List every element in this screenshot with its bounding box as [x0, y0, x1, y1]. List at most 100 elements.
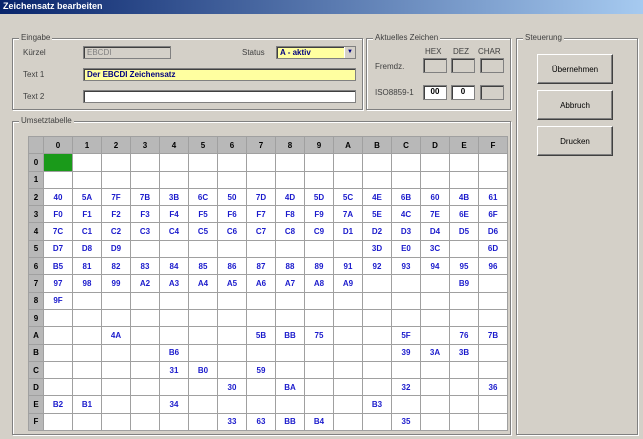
table-cell[interactable] [217, 308, 247, 328]
table-cell[interactable] [333, 378, 363, 397]
table-cell[interactable] [275, 239, 305, 259]
table-cell[interactable] [217, 239, 247, 259]
table-cell[interactable]: 7E [420, 205, 450, 224]
table-cell[interactable] [391, 291, 421, 310]
table-cell[interactable] [275, 291, 305, 310]
table-cell[interactable] [43, 360, 73, 380]
table-cell[interactable] [478, 308, 508, 328]
table-cell[interactable] [72, 326, 102, 345]
table-cell[interactable]: D2 [362, 222, 392, 241]
table-cell[interactable]: 87 [246, 257, 276, 276]
chevron-down-icon[interactable]: ▼ [344, 47, 355, 58]
table-cell[interactable] [130, 412, 160, 432]
table-cell[interactable] [478, 274, 508, 293]
table-cell[interactable]: 36 [478, 378, 508, 397]
table-cell[interactable]: 35 [391, 412, 421, 432]
table-cell[interactable]: B5 [43, 257, 73, 276]
table-cell[interactable]: 4B [449, 187, 479, 207]
table-cell[interactable] [449, 360, 479, 380]
table-cell[interactable] [449, 378, 479, 397]
table-cell[interactable]: C6 [217, 222, 247, 241]
table-cell[interactable]: 4C [391, 205, 421, 224]
table-cell[interactable]: A6 [246, 274, 276, 293]
table-cell[interactable]: 32 [391, 378, 421, 397]
table-cell[interactable]: 4D [275, 187, 305, 207]
table-cell[interactable] [362, 308, 392, 328]
table-cell[interactable] [72, 378, 102, 397]
table-cell[interactable]: D7 [43, 239, 73, 259]
table-cell[interactable]: A2 [130, 274, 160, 293]
table-cell[interactable]: 83 [130, 257, 160, 276]
table-cell[interactable] [130, 239, 160, 259]
table-cell[interactable]: F1 [72, 205, 102, 224]
table-cell[interactable] [420, 153, 450, 172]
table-cell[interactable] [333, 343, 363, 362]
table-cell[interactable] [362, 291, 392, 310]
table-cell[interactable]: 6C [188, 187, 218, 207]
table-cell[interactable]: D5 [449, 222, 479, 241]
table-cell[interactable]: 86 [217, 257, 247, 276]
table-cell[interactable] [449, 291, 479, 310]
table-cell[interactable]: 6D [478, 239, 508, 259]
table-cell[interactable] [188, 239, 218, 259]
table-cell[interactable] [333, 395, 363, 414]
table-cell[interactable] [246, 378, 276, 397]
text2-field[interactable] [83, 90, 356, 103]
table-cell[interactable] [362, 153, 392, 172]
table-cell[interactable]: 75 [304, 326, 334, 345]
table-cell[interactable]: F3 [130, 205, 160, 224]
table-cell[interactable] [130, 360, 160, 380]
table-cell[interactable] [101, 412, 131, 432]
table-cell[interactable]: C7 [246, 222, 276, 241]
table-cell[interactable]: A4 [188, 274, 218, 293]
table-cell[interactable]: A5 [217, 274, 247, 293]
table-cell[interactable] [333, 326, 363, 345]
table-cell[interactable] [159, 412, 189, 432]
table-cell[interactable]: 3A [420, 343, 450, 362]
table-cell[interactable] [130, 308, 160, 328]
table-cell[interactable]: A7 [275, 274, 305, 293]
table-cell[interactable] [420, 326, 450, 345]
table-cell[interactable]: D9 [101, 239, 131, 259]
table-cell[interactable] [188, 343, 218, 362]
table-cell[interactable]: 40 [43, 187, 73, 207]
table-cell[interactable] [43, 153, 73, 172]
table-cell[interactable] [159, 308, 189, 328]
table-cell[interactable] [304, 395, 334, 414]
table-cell[interactable] [304, 170, 334, 189]
table-cell[interactable] [188, 412, 218, 432]
table-cell[interactable]: 5B [246, 326, 276, 345]
table-cell[interactable] [188, 326, 218, 345]
table-cell[interactable] [333, 153, 363, 172]
table-cell[interactable]: A3 [159, 274, 189, 293]
table-cell[interactable]: 6B [391, 187, 421, 207]
table-cell[interactable] [217, 170, 247, 189]
table-cell[interactable]: B3 [362, 395, 392, 414]
table-cell[interactable] [130, 395, 160, 414]
table-cell[interactable]: D3 [391, 222, 421, 241]
table-cell[interactable] [304, 291, 334, 310]
table-cell[interactable]: C5 [188, 222, 218, 241]
table-cell[interactable]: BB [275, 412, 305, 432]
table-cell[interactable] [275, 395, 305, 414]
table-cell[interactable]: 6E [449, 205, 479, 224]
table-cell[interactable]: B0 [188, 360, 218, 380]
table-cell[interactable] [217, 343, 247, 362]
table-cell[interactable]: F4 [159, 205, 189, 224]
table-cell[interactable] [362, 360, 392, 380]
table-cell[interactable] [304, 239, 334, 259]
table-cell[interactable] [43, 412, 73, 432]
table-cell[interactable]: C8 [275, 222, 305, 241]
table-cell[interactable] [275, 360, 305, 380]
table-cell[interactable] [43, 308, 73, 328]
table-cell[interactable]: B1 [72, 395, 102, 414]
table-cell[interactable] [159, 326, 189, 345]
table-cell[interactable]: 7A [333, 205, 363, 224]
table-cell[interactable]: 5E [362, 205, 392, 224]
table-cell[interactable] [478, 360, 508, 380]
table-cell[interactable]: 95 [449, 257, 479, 276]
table-cell[interactable] [159, 291, 189, 310]
table-cell[interactable] [391, 395, 421, 414]
table-cell[interactable] [101, 343, 131, 362]
table-cell[interactable]: 5A [72, 187, 102, 207]
